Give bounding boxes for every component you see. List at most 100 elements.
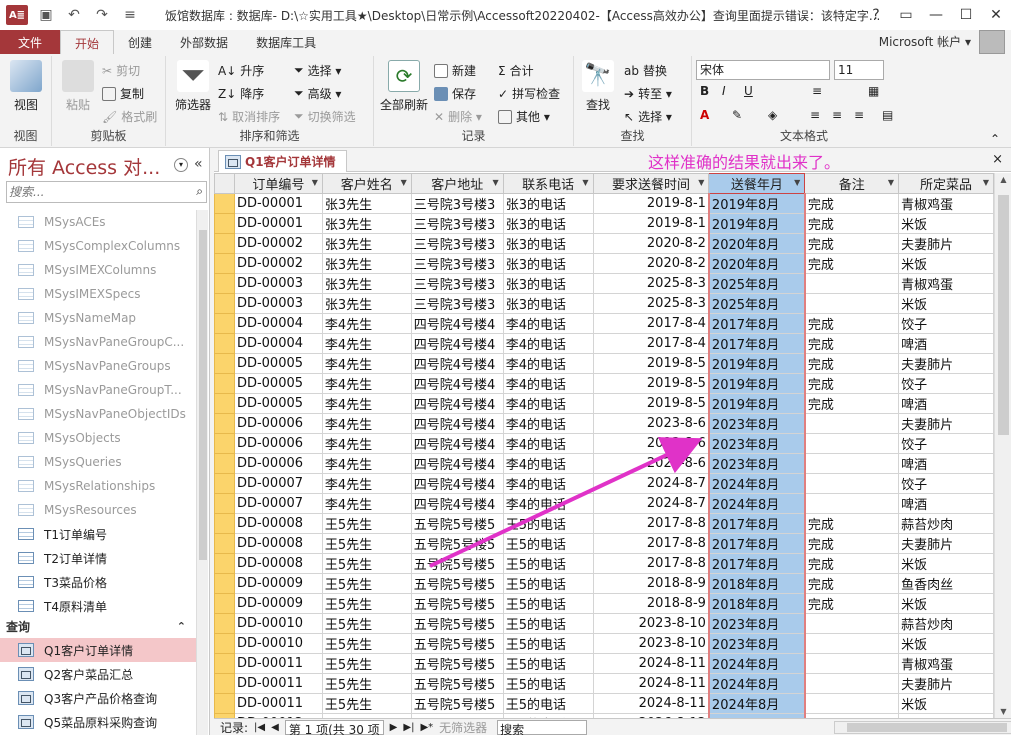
record-selector[interactable] [214, 673, 235, 694]
table-cell[interactable]: 王5先生 [321, 673, 412, 694]
account-menu[interactable]: Microsoft 帐户 ▾ [879, 33, 971, 50]
no-filter-indicator[interactable]: 无筛选器 [439, 719, 487, 735]
table-cell[interactable]: 夫妻肺片 [898, 233, 994, 254]
table-cell[interactable]: 李4的电话 [502, 353, 594, 374]
alt-row-color-icon[interactable]: ▤ [882, 108, 893, 122]
table-cell[interactable]: 李4先生 [321, 413, 412, 434]
table-cell[interactable]: 2017-8-4 [592, 313, 710, 334]
table-cell[interactable]: 2024年8月 [707, 693, 806, 714]
table-cell[interactable]: 蒜苔炒肉 [898, 513, 994, 534]
table-cell[interactable]: 三号院3号楼3 [410, 213, 504, 234]
table-cell[interactable]: 王5先生 [321, 533, 412, 554]
bold-button[interactable]: B [700, 84, 709, 98]
table-cell[interactable]: 李4的电话 [502, 373, 594, 394]
table-cell[interactable]: 2024-8-7 [592, 473, 710, 494]
table-cell[interactable]: 五号院5号楼5 [410, 553, 504, 574]
table-cell[interactable]: DD-00005 [233, 353, 323, 374]
nav-item-system-table[interactable]: MSysQueries [0, 450, 196, 474]
table-cell[interactable]: 李4先生 [321, 453, 412, 474]
table-cell[interactable]: 饺子 [898, 373, 994, 394]
highlight-icon[interactable]: ✎ [732, 108, 742, 122]
nav-search-input[interactable] [7, 182, 177, 202]
record-selector[interactable] [214, 213, 235, 234]
filter-button[interactable]: ⏷ 筛选器 [170, 60, 216, 113]
table-cell[interactable]: 完成 [804, 533, 900, 554]
dropdown-arrow-icon[interactable]: ▼ [582, 178, 588, 187]
table-cell[interactable]: 李4的电话 [502, 333, 594, 354]
table-cell[interactable]: 完成 [804, 393, 900, 414]
table-cell[interactable]: 完成 [804, 333, 900, 354]
table-cell[interactable]: 张3的电话 [502, 293, 594, 314]
table-cell[interactable]: DD-00002 [233, 253, 323, 274]
table-cell[interactable]: 2017年8月 [707, 533, 806, 554]
record-selector[interactable] [214, 413, 235, 434]
table-cell[interactable]: 啤酒 [898, 333, 994, 354]
search-icon[interactable]: ⌕ [196, 184, 203, 199]
table-cell[interactable]: 五号院5号楼5 [410, 533, 504, 554]
record-selector[interactable] [214, 293, 235, 314]
table-cell[interactable]: 完成 [804, 593, 900, 614]
record-selector[interactable] [214, 493, 235, 514]
close-document-icon[interactable]: × [992, 152, 1003, 167]
record-selector[interactable] [214, 273, 235, 294]
table-cell[interactable] [804, 673, 900, 694]
table-cell[interactable]: DD-00001 [233, 193, 323, 214]
table-cell[interactable]: 完成 [804, 233, 900, 254]
table-cell[interactable]: 2024-8-11 [592, 653, 710, 674]
table-cell[interactable] [804, 633, 900, 654]
table-cell[interactable]: 夫妻肺片 [898, 413, 994, 434]
copy-button[interactable]: 复制 [102, 85, 144, 102]
remove-sort-button[interactable]: ⇅ 取消排序 [218, 108, 280, 125]
table-cell[interactable]: 五号院5号楼5 [410, 653, 504, 674]
table-cell[interactable]: DD-00004 [233, 313, 323, 334]
table-cell[interactable]: 2024-8-11 [592, 693, 710, 714]
table-cell[interactable]: 2017年8月 [707, 333, 806, 354]
table-cell[interactable]: 啤酒 [898, 393, 994, 414]
avatar[interactable] [979, 30, 1005, 54]
table-cell[interactable]: 2023-8-10 [592, 613, 710, 634]
format-painter-button[interactable]: 🖌 格式刷 [102, 108, 157, 125]
nav-item-system-table[interactable]: MSysObjects [0, 426, 196, 450]
table-cell[interactable]: 米饭 [898, 693, 994, 714]
table-cell[interactable]: 李4先生 [321, 373, 412, 394]
table-cell[interactable]: 李4的电话 [502, 313, 594, 334]
record-selector[interactable] [214, 533, 235, 554]
table-cell[interactable]: 李4先生 [321, 473, 412, 494]
ribbon-display-options-button[interactable]: ▭ [891, 0, 921, 30]
table-cell[interactable]: DD-00006 [233, 453, 323, 474]
table-cell[interactable]: DD-00002 [233, 233, 323, 254]
font-size-select[interactable]: 11 [834, 60, 884, 80]
table-cell[interactable]: DD-00011 [233, 653, 323, 674]
nav-item-table[interactable]: T2订单详情 [0, 546, 196, 570]
table-cell[interactable]: 王5的电话 [502, 693, 594, 714]
column-header[interactable]: 要求送餐时间 ▼ [592, 173, 710, 194]
table-cell[interactable]: 饺子 [898, 433, 994, 454]
redo-icon[interactable]: ↷ [92, 7, 112, 23]
table-cell[interactable]: 李4的电话 [502, 453, 594, 474]
table-cell[interactable]: 2020年8月 [707, 233, 806, 254]
table-cell[interactable]: DD-00011 [233, 673, 323, 694]
table-cell[interactable]: 2017-8-8 [592, 533, 710, 554]
table-cell[interactable]: 饺子 [898, 473, 994, 494]
table-cell[interactable]: 王5的电话 [502, 613, 594, 634]
nav-item-system-table[interactable]: MSysRelationships [0, 474, 196, 498]
table-cell[interactable]: 2024年8月 [707, 493, 806, 514]
goto-button[interactable]: ➔ 转至 ▾ [624, 85, 672, 102]
access-app-icon[interactable]: A≣ [6, 5, 28, 25]
table-cell[interactable]: 四号院4号楼4 [410, 433, 504, 454]
table-cell[interactable]: 2023-8-10 [592, 633, 710, 654]
table-cell[interactable]: 完成 [804, 313, 900, 334]
table-cell[interactable]: 2025年8月 [707, 273, 806, 294]
table-cell[interactable]: DD-00008 [233, 533, 323, 554]
table-cell[interactable]: 王5先生 [321, 653, 412, 674]
advanced-filter-button[interactable]: ⏷ 高级 ▾ [294, 85, 341, 102]
nav-item-system-table[interactable]: MSysNameMap [0, 306, 196, 330]
font-name-select[interactable]: 宋体 [696, 60, 830, 80]
align-left-icon[interactable]: ≡ [810, 108, 820, 122]
table-cell[interactable]: 米饭 [898, 293, 994, 314]
table-cell[interactable]: 米饭 [898, 633, 994, 654]
table-cell[interactable]: 五号院5号楼5 [410, 673, 504, 694]
save-icon[interactable]: ▣ [36, 7, 56, 23]
table-cell[interactable]: 2019-8-5 [592, 353, 710, 374]
dropdown-arrow-icon[interactable]: ▼ [401, 178, 407, 187]
